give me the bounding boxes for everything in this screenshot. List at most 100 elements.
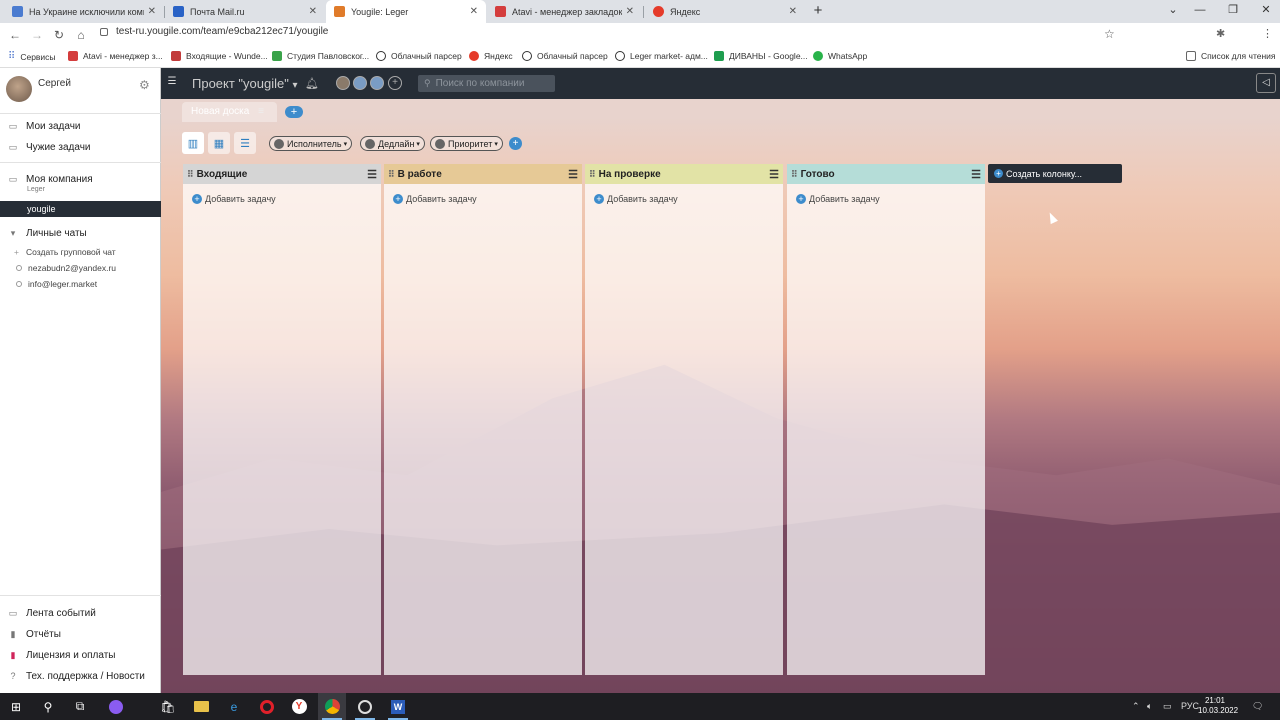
chat-contact[interactable]: nezabudn2@yandex.ru bbox=[0, 263, 116, 273]
add-task-button[interactable]: + Добавить задачу bbox=[183, 184, 381, 204]
gear-icon[interactable]: ⚙ bbox=[139, 78, 150, 92]
sidebar-item-events[interactable]: ▭ Лента событий bbox=[0, 605, 161, 621]
url-field[interactable]: test-ru.yougile.com/team/e9cba212ec71/yo… bbox=[100, 26, 328, 37]
close-icon[interactable]: ✕ bbox=[148, 6, 156, 17]
user-avatar[interactable] bbox=[336, 76, 350, 90]
store-icon[interactable]: 🛍︎ bbox=[158, 697, 178, 716]
add-filter-button[interactable]: + bbox=[509, 137, 522, 150]
filter-deadline[interactable]: Дедлайн ▾ bbox=[360, 136, 425, 151]
sidebar-item-company[interactable]: ▭ Моя компания bbox=[0, 171, 161, 187]
bookmark-item[interactable]: ⠿ Сервисы bbox=[8, 51, 56, 62]
sidebar-item-support[interactable]: ? Тех. поддержка / Новости bbox=[0, 668, 161, 684]
browser-tab[interactable]: На Украине исключили компр ✕ bbox=[4, 0, 164, 23]
forward-icon[interactable]: → bbox=[26, 28, 48, 42]
add-task-button[interactable]: + Добавить задачу bbox=[384, 184, 582, 204]
menu-icon[interactable]: ☰ bbox=[769, 168, 779, 181]
drag-handle-icon[interactable]: ⠿ bbox=[589, 169, 596, 180]
search-input[interactable]: ⚲ Поиск по компании bbox=[418, 75, 555, 92]
menu-icon[interactable]: ☰ bbox=[568, 168, 578, 181]
home-icon[interactable]: ⌂ bbox=[70, 28, 92, 42]
search-icon[interactable]: ⚲ bbox=[38, 697, 58, 716]
drag-handle-icon[interactable]: ⠿ bbox=[791, 169, 798, 180]
menu-icon[interactable]: ☰ bbox=[971, 168, 981, 181]
window-close-icon[interactable]: ✕ bbox=[1246, 0, 1280, 23]
bookmark-item[interactable]: Студия Павловског... bbox=[272, 51, 369, 61]
puzzle-icon[interactable]: ✱ bbox=[1216, 27, 1225, 40]
bell-icon[interactable]: 🔔︎ bbox=[305, 77, 319, 90]
create-group-chat[interactable]: + Создать групповой чат bbox=[0, 247, 116, 257]
kanban-view-button[interactable]: ▥ bbox=[182, 132, 204, 154]
column-header[interactable]: ⠿ На проверке ☰ bbox=[585, 164, 783, 184]
bookmark-item[interactable]: Входящие - Wunde... bbox=[171, 51, 268, 61]
reading-list[interactable]: Список для чтения bbox=[1186, 51, 1276, 61]
notifications-icon[interactable]: 🗨︎ bbox=[1252, 701, 1263, 712]
gantt-view-button[interactable]: ☰ bbox=[234, 132, 256, 154]
drag-handle-icon[interactable]: ⠿ bbox=[388, 169, 395, 180]
close-icon[interactable]: ✕ bbox=[470, 6, 478, 17]
language-indicator[interactable]: РУС bbox=[1181, 701, 1199, 711]
collapse-sidebar-icon[interactable]: ☰ bbox=[165, 76, 179, 90]
obs-icon[interactable] bbox=[355, 697, 375, 716]
bookmark-item[interactable]: WhatsApp bbox=[813, 51, 867, 61]
panel-toggle-icon[interactable]: ◁ bbox=[1256, 73, 1276, 93]
filter-priority[interactable]: Приоритет ▾ bbox=[430, 136, 503, 151]
bookmark-item[interactable]: Облачный парсер bbox=[376, 51, 462, 61]
browser-tab[interactable]: Почта Mail.ru ✕ bbox=[165, 0, 325, 23]
browser-tab[interactable]: Atavi - менеджер закладок ✕ bbox=[487, 0, 642, 23]
menu-icon[interactable]: ≡ bbox=[258, 106, 264, 117]
create-column-button[interactable]: + Создать колонку... bbox=[988, 164, 1122, 183]
network-icon[interactable]: ▭ bbox=[1163, 701, 1172, 712]
speaker-icon[interactable]: 🔈︎ bbox=[1147, 701, 1152, 712]
user-avatar[interactable] bbox=[353, 76, 367, 90]
chat-contact[interactable]: info@leger.market bbox=[0, 279, 97, 289]
word-icon[interactable]: W bbox=[388, 697, 408, 716]
menu-icon[interactable]: ☰ bbox=[367, 168, 377, 181]
yandex-browser-icon[interactable]: Y bbox=[289, 697, 309, 716]
close-icon[interactable]: ✕ bbox=[789, 6, 797, 17]
board-tab[interactable]: Новая доска ≡ bbox=[182, 102, 277, 122]
user-avatar[interactable] bbox=[370, 76, 384, 90]
url-text[interactable]: test-ru.yougile.com/team/e9cba212ec71/yo… bbox=[116, 26, 328, 37]
menu-dots-icon[interactable]: ⋮ bbox=[1262, 27, 1273, 40]
opera-icon[interactable] bbox=[257, 697, 277, 716]
task-view-icon[interactable]: ⧉ bbox=[70, 697, 90, 716]
close-icon[interactable]: ✕ bbox=[309, 6, 317, 17]
bookmark-item[interactable]: Яндекс bbox=[469, 51, 513, 61]
back-icon[interactable]: ← bbox=[4, 28, 26, 42]
column-header[interactable]: ⠿ В работе ☰ bbox=[384, 164, 582, 184]
sidebar-item-personal-chats[interactable]: ▾ Личные чаты bbox=[0, 225, 161, 241]
column-header[interactable]: ⠿ Входящие ☰ bbox=[183, 164, 381, 184]
close-icon[interactable]: ✕ bbox=[626, 6, 634, 17]
new-tab-button[interactable]: + bbox=[809, 0, 827, 23]
column-header[interactable]: ⠿ Готово ☰ bbox=[787, 164, 985, 184]
drag-handle-icon[interactable]: ⠿ bbox=[187, 169, 194, 180]
sidebar-item-project-active[interactable]: yougile bbox=[0, 201, 161, 217]
sidebar-item-others-tasks[interactable]: ▭ Чужие задачи bbox=[0, 139, 161, 155]
reload-icon[interactable]: ↻ bbox=[48, 28, 70, 42]
chrome-icon[interactable] bbox=[322, 697, 342, 716]
star-icon[interactable]: ☆ bbox=[1104, 27, 1115, 41]
folder-icon[interactable] bbox=[191, 697, 211, 716]
user-name[interactable]: Сергей bbox=[38, 78, 71, 89]
sidebar-item-license[interactable]: ▮ Лицензия и оплаты bbox=[0, 647, 161, 663]
bookmark-item[interactable]: ДИВАНЫ - Google... bbox=[714, 51, 808, 61]
clock[interactable]: 21:01 10.03.2022 bbox=[1198, 696, 1238, 716]
add-board-button[interactable]: + bbox=[285, 106, 303, 118]
cortana-icon[interactable] bbox=[106, 697, 126, 716]
add-task-button[interactable]: + Добавить задачу bbox=[585, 184, 783, 204]
bookmark-item[interactable]: Leger market- адм... bbox=[615, 51, 708, 61]
bookmark-item[interactable]: Atavi - менеджер з... bbox=[68, 51, 163, 61]
chevron-up-icon[interactable]: ⌃ bbox=[1132, 701, 1140, 712]
sidebar-item-my-tasks[interactable]: ▭ Мои задачи bbox=[0, 118, 161, 134]
browser-tab[interactable]: Яндекс ✕ bbox=[645, 0, 805, 23]
sidebar-item-reports[interactable]: ▮ Отчёты bbox=[0, 626, 161, 642]
bookmark-item[interactable]: Облачный парсер bbox=[522, 51, 608, 61]
edge-icon[interactable]: e bbox=[224, 697, 244, 716]
filter-assignee[interactable]: Исполнитель ▾ bbox=[269, 136, 353, 151]
calendar-view-button[interactable]: ▦ bbox=[208, 132, 230, 154]
windows-start-icon[interactable]: ⊞ bbox=[6, 697, 26, 716]
avatar[interactable] bbox=[6, 76, 32, 102]
add-task-button[interactable]: + Добавить задачу bbox=[787, 184, 985, 204]
project-title[interactable]: Проект "yougile" ▾ bbox=[192, 76, 298, 91]
add-user-icon[interactable]: + bbox=[388, 76, 402, 90]
